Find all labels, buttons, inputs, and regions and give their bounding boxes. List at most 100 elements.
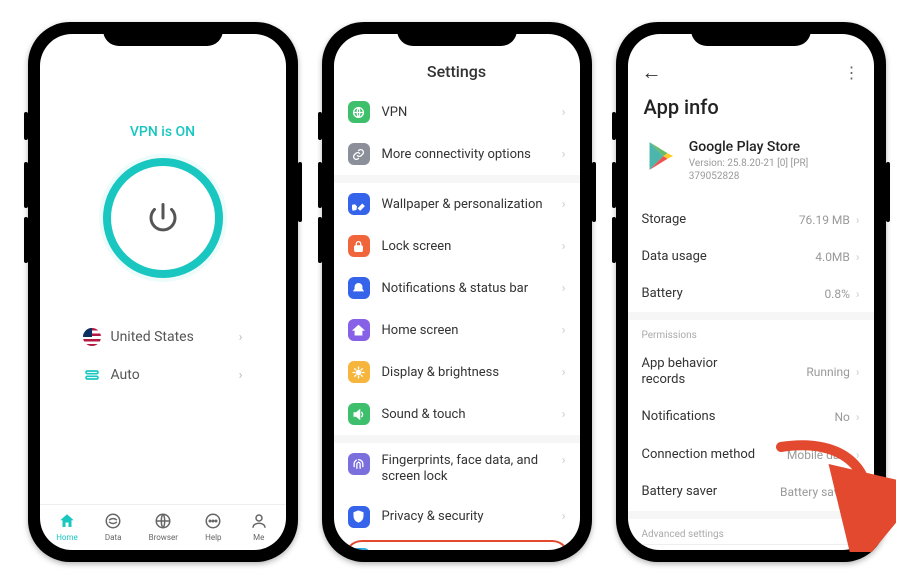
- sound-icon: [348, 403, 370, 425]
- info-row[interactable]: Data usage 4.0MB ›: [628, 238, 874, 275]
- info-row-value: 76.19 MB ›: [799, 213, 860, 227]
- info-row[interactable]: Storage 76.19 MB ›: [628, 201, 874, 238]
- perm-row[interactable]: Battery saver Battery saver ›: [628, 473, 874, 511]
- settings-row-finger[interactable]: Fingerprints, face data, and screen lock…: [334, 443, 580, 496]
- notch: [397, 22, 517, 46]
- perm-row-value: Battery saver ›: [780, 485, 859, 499]
- chevron-right-icon: ›: [562, 239, 566, 254]
- chevron-right-icon: ›: [562, 365, 566, 380]
- info-row-label: Data usage: [642, 249, 707, 264]
- app-name: Google Play Store: [689, 139, 858, 155]
- clear-data-button[interactable]: Clear data: [792, 545, 874, 550]
- bottom-actions: Force stop Uninstall updates Clear data: [628, 544, 874, 550]
- page-title: App info: [628, 89, 874, 133]
- tab-browser[interactable]: Browser: [149, 511, 178, 542]
- info-row-label: Storage: [642, 212, 687, 227]
- chevron-right-icon: ›: [239, 368, 243, 383]
- settings-row-apps[interactable]: Apps›: [334, 538, 580, 551]
- info-row[interactable]: Battery0.8% ›: [628, 275, 874, 312]
- chevron-right-icon: ›: [562, 323, 566, 338]
- permissions-label: Permissions: [628, 312, 874, 345]
- chevron-right-icon: ›: [239, 330, 243, 345]
- tab-help[interactable]: Help: [203, 511, 223, 542]
- location-row[interactable]: United States ›: [83, 318, 243, 356]
- more-button[interactable]: ⋮: [844, 63, 860, 82]
- power-icon: [145, 200, 181, 236]
- phone-settings: Settings VPN›More connectivity options›W…: [322, 22, 592, 562]
- info-row-label: Battery: [642, 286, 683, 301]
- chevron-right-icon: ›: [562, 105, 566, 120]
- perm-row-label: Notifications: [642, 409, 716, 425]
- chevron-right-icon: ›: [562, 197, 566, 212]
- chevron-right-icon: ›: [562, 453, 566, 468]
- settings-row-label: VPN: [382, 105, 408, 120]
- vpn-status: VPN is ON: [130, 124, 195, 140]
- notch: [103, 22, 223, 46]
- phone-appinfo: ← ⋮ App info Google Play Store Version: …: [616, 22, 886, 562]
- mode-row[interactable]: Auto ›: [83, 356, 243, 394]
- perm-row-value: Running ›: [806, 365, 859, 379]
- tab-bar: Home Data Browser Help Me: [40, 504, 286, 550]
- phone-vpn: VPN is ON United States › Auto ›: [28, 22, 298, 562]
- link-icon: [348, 143, 370, 165]
- perm-row[interactable]: App behaviorrecords Running ›: [628, 345, 874, 398]
- settings-row-sun[interactable]: Display & brightness ›: [334, 351, 580, 393]
- auto-icon: [83, 366, 101, 384]
- perm-row-value: No ›: [834, 410, 859, 424]
- settings-row-label: Display & brightness: [382, 365, 500, 380]
- perm-row-label: App behaviorrecords: [642, 356, 718, 387]
- perm-row[interactable]: Notifications No ›: [628, 398, 874, 436]
- lock-icon: [348, 235, 370, 257]
- brush-icon: [348, 193, 370, 215]
- settings-row-label: Notifications & status bar: [382, 281, 529, 296]
- sun-icon: [348, 361, 370, 383]
- chevron-right-icon: ›: [562, 407, 566, 422]
- settings-row-link[interactable]: More connectivity options ›: [334, 133, 580, 175]
- settings-row-label: Sound & touch: [382, 407, 466, 422]
- app-header: Google Play Store Version: 25.8.20-21 [0…: [628, 133, 874, 201]
- settings-row-label: Wallpaper & personalization: [382, 197, 543, 212]
- settings-row-label: More connectivity options: [382, 147, 531, 162]
- perm-row[interactable]: Connection method Mobile data ›: [628, 436, 874, 474]
- power-button[interactable]: [103, 158, 223, 278]
- home-icon: [348, 319, 370, 341]
- help-icon: [203, 511, 223, 531]
- finger-icon: [348, 453, 370, 475]
- back-button[interactable]: ←: [642, 60, 662, 85]
- tab-data[interactable]: Data: [103, 511, 123, 542]
- bell-icon: [348, 277, 370, 299]
- settings-row-bell[interactable]: Notifications & status bar ›: [334, 267, 580, 309]
- settings-row-lock[interactable]: Lock screen ›: [334, 225, 580, 267]
- settings-row-shield[interactable]: Privacy & security›: [334, 496, 580, 538]
- data-icon: [103, 511, 123, 531]
- app-version: Version: 25.8.20-21 [0] [PR] 379052828: [689, 157, 858, 183]
- shield-icon: [348, 506, 370, 528]
- us-flag-icon: [83, 328, 101, 346]
- tab-me[interactable]: Me: [249, 511, 269, 542]
- settings-row-globe[interactable]: VPN ›: [334, 91, 580, 133]
- settings-row-label: Fingerprints, face data, and screen lock: [382, 453, 550, 486]
- advanced-label: Advanced settings: [628, 511, 874, 544]
- globe-icon: [153, 511, 173, 531]
- apps-icon: [348, 548, 370, 551]
- info-row-value: 4.0MB ›: [815, 250, 859, 264]
- perm-row-label: Battery saver: [642, 484, 718, 500]
- settings-row-home[interactable]: Home screen›: [334, 309, 580, 351]
- perm-row-label: Connection method: [642, 447, 756, 463]
- play-store-icon: [644, 139, 677, 173]
- chevron-right-icon: ›: [562, 281, 566, 296]
- chevron-right-icon: ›: [562, 509, 566, 524]
- force-stop-button[interactable]: Force stop: [628, 545, 710, 550]
- globe-icon: [348, 101, 370, 123]
- highlight-annotation: [344, 540, 570, 551]
- perm-row-value: Mobile data ›: [787, 448, 860, 462]
- mode-label: Auto: [111, 367, 140, 383]
- settings-row-sound[interactable]: Sound & touch ›: [334, 393, 580, 435]
- location-label: United States: [111, 329, 194, 345]
- tab-home[interactable]: Home: [56, 511, 78, 542]
- uninstall-updates-button[interactable]: Uninstall updates: [710, 545, 792, 550]
- settings-row-brush[interactable]: Wallpaper & personalization ›: [334, 183, 580, 225]
- settings-row-label: Lock screen: [382, 239, 452, 254]
- chevron-right-icon: ›: [562, 147, 566, 162]
- settings-list[interactable]: VPN›More connectivity options›Wallpaper …: [334, 91, 580, 550]
